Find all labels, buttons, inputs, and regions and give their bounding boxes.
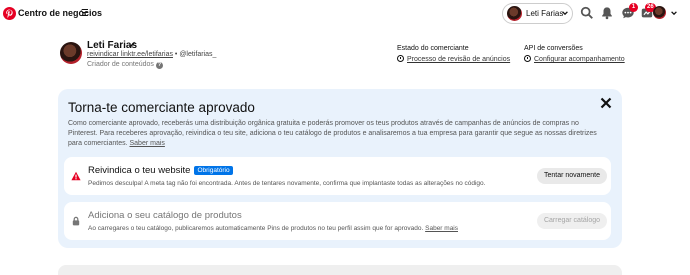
try-again-button[interactable]: Tentar novamente: [537, 168, 607, 184]
account-name: Leti Farias: [526, 9, 564, 18]
required-badge: Obrigatório: [194, 166, 233, 175]
edit-pencil-icon[interactable]: [128, 40, 137, 49]
claim-website-label: Reivindica o teu website: [88, 165, 191, 176]
notifications-bell-icon[interactable]: [600, 6, 614, 20]
approved-merchant-panel: Torna-te comerciante aprovado Como comer…: [58, 89, 622, 248]
profile-handle: @letifarias_: [179, 51, 217, 58]
top-bar: Centro de negócios Leti Farias 1 26: [0, 0, 690, 30]
panel-description: Como comerciante aprovado, receberás uma…: [68, 119, 608, 149]
chevron-down-icon: [562, 11, 568, 16]
hamburger-menu-icon[interactable]: [82, 9, 89, 16]
pinterest-logo-icon[interactable]: [3, 7, 16, 20]
help-icon[interactable]: ?: [155, 62, 163, 69]
panel-title: Torna-te comerciante aprovado: [68, 100, 255, 115]
add-catalog-title: Adiciona o seu catálogo de produtos: [88, 210, 242, 221]
upload-catalog-button[interactable]: Carregar catálogo: [537, 213, 607, 229]
claim-link[interactable]: reivindicar linktr.ee/letifarias: [87, 51, 173, 58]
account-switcher[interactable]: Leti Farias: [502, 3, 573, 24]
claim-website-error: Pedimos desculpa! A meta tag não foi enc…: [88, 180, 486, 187]
search-icon[interactable]: [580, 6, 594, 20]
role-label: Criador de conteúdos: [87, 61, 154, 68]
conversions-api: API de conversões Configurar acompanhame…: [524, 45, 625, 63]
add-catalog-card: Adiciona o seu catálogo de produtos Ao c…: [64, 202, 611, 240]
business-hub-title[interactable]: Centro de negócios: [18, 8, 102, 18]
next-section: [58, 265, 622, 275]
ads-review-link[interactable]: Processo de revisão de anúncios: [407, 56, 510, 63]
add-catalog-description: Ao carregares o teu catálogo, publicarem…: [88, 225, 458, 232]
profile-links: reivindicar linktr.ee/letifarias • @leti…: [87, 51, 216, 58]
merchant-status-heading: Estado do comerciante: [397, 45, 469, 52]
claim-website-card: Reivindica o teu website Obrigatório Pedi…: [64, 157, 611, 195]
warning-icon: [71, 171, 81, 181]
profile-avatar-large: [60, 42, 82, 64]
close-icon[interactable]: [600, 97, 612, 109]
profile-avatar[interactable]: [653, 6, 666, 19]
messages-badge: 1: [629, 3, 638, 12]
conversions-api-heading: API de conversões: [524, 45, 583, 52]
chevron-down-icon[interactable]: [670, 9, 678, 17]
learn-more-link[interactable]: Saber mais: [129, 140, 164, 147]
merchant-status: Estado do comerciante Processo de revisã…: [397, 45, 510, 63]
claim-website-title: Reivindica o teu website Obrigatório: [88, 165, 233, 176]
clock-icon: [397, 55, 404, 62]
account-avatar: [507, 6, 522, 21]
lock-icon: [72, 216, 80, 226]
clock-icon: [524, 55, 531, 62]
catalog-learn-more-link[interactable]: Saber mais: [425, 225, 458, 232]
profile-role: Criador de conteúdos?: [87, 61, 163, 69]
add-catalog-text: Ao carregares o teu catálogo, publicarem…: [88, 225, 424, 232]
configure-tracking-link[interactable]: Configurar acompanhamento: [534, 56, 625, 63]
